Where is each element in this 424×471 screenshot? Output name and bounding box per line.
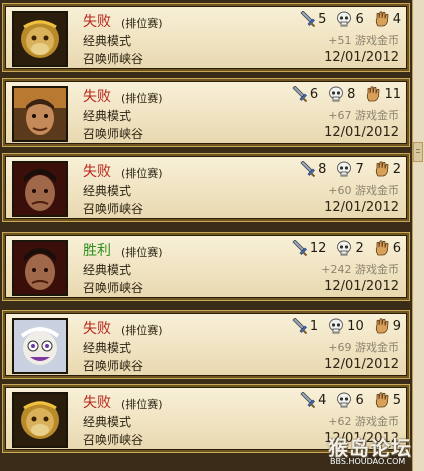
champion-portrait	[12, 86, 68, 142]
assists-count: 5	[392, 392, 401, 408]
kills-count: 8	[318, 161, 327, 177]
map-name: 召唤师峡谷	[83, 433, 144, 447]
deaths-count: 6	[355, 392, 364, 408]
game-mode: 经典模式	[83, 184, 132, 198]
sword-icon	[291, 318, 307, 334]
kda-stats: 1 10 9	[291, 318, 401, 334]
assists-count: 2	[392, 161, 401, 177]
skull-icon	[337, 392, 352, 408]
sword-icon	[291, 240, 307, 256]
deaths-count: 2	[355, 240, 364, 256]
queue-type: (排位赛)	[121, 17, 163, 30]
kills-count: 1	[309, 318, 319, 334]
kda-stats: 4 6 5	[299, 392, 401, 408]
gold-earned: +51 游戏金币	[328, 34, 399, 47]
game-mode: 经典模式	[83, 263, 132, 277]
match-result: 失败	[83, 164, 111, 180]
game-mode: 经典模式	[83, 109, 132, 123]
queue-type: (排位赛)	[121, 92, 163, 105]
skull-icon	[329, 318, 344, 334]
assists-count: 11	[384, 86, 401, 102]
hand-icon	[375, 11, 389, 27]
skull-icon	[337, 161, 352, 177]
sword-icon	[300, 11, 316, 27]
match-date: 12/01/2012	[324, 357, 399, 372]
game-mode: 经典模式	[83, 34, 132, 48]
kda-stats: 8 7 2	[299, 161, 401, 177]
deaths-count: 10	[347, 318, 364, 334]
gold-earned: +67 游戏金币	[328, 109, 399, 122]
match-date: 12/01/2012	[324, 125, 399, 140]
skull-icon	[329, 86, 344, 102]
hand-icon	[375, 318, 389, 334]
queue-type: (排位赛)	[121, 324, 163, 337]
scrollbar-track[interactable]	[412, 0, 424, 471]
champion-portrait	[12, 318, 68, 374]
hand-icon	[375, 392, 389, 408]
sword-icon	[300, 161, 316, 177]
assists-count: 6	[392, 240, 401, 256]
map-name: 召唤师峡谷	[83, 127, 144, 141]
queue-type: (排位赛)	[121, 246, 163, 259]
match-card[interactable]: 失败 (排位赛) 经典模式 召唤师峡谷 1 10 9 +69 游戏金币 12/0…	[3, 311, 409, 378]
skull-icon	[337, 240, 352, 256]
sword-icon	[300, 392, 316, 408]
gold-earned: +62 游戏金币	[328, 415, 399, 428]
deaths-count: 6	[355, 11, 364, 27]
champion-portrait	[12, 11, 68, 67]
match-result: 失败	[83, 89, 111, 105]
match-card[interactable]: 失败 (排位赛) 经典模式 召唤师峡谷 5 6 4 +51 游戏金币 12/01…	[3, 4, 409, 71]
kills-count: 5	[318, 11, 327, 27]
match-result: 失败	[83, 395, 111, 411]
map-name: 召唤师峡谷	[83, 281, 144, 295]
kills-count: 12	[309, 240, 327, 256]
deaths-count: 8	[347, 86, 356, 102]
watermark-url: BBS.HOUDAO.COM	[330, 457, 406, 466]
champion-portrait	[12, 161, 68, 217]
champion-portrait	[12, 392, 68, 448]
skull-icon	[337, 11, 352, 27]
map-name: 召唤师峡谷	[83, 52, 144, 66]
match-date: 12/01/2012	[324, 279, 399, 294]
kda-stats: 5 6 4	[299, 11, 401, 27]
match-history-list: 失败 (排位赛) 经典模式 召唤师峡谷 5 6 4 +51 游戏金币 12/01…	[0, 0, 412, 471]
map-name: 召唤师峡谷	[83, 202, 144, 216]
assists-count: 9	[392, 318, 401, 334]
assists-count: 4	[392, 11, 401, 27]
game-mode: 经典模式	[83, 341, 132, 355]
queue-type: (排位赛)	[121, 167, 163, 180]
hand-icon	[367, 86, 380, 102]
gold-earned: +69 游戏金币	[328, 341, 399, 354]
match-date: 12/01/2012	[324, 50, 399, 65]
match-card[interactable]: 失败 (排位赛) 经典模式 召唤师峡谷 8 7 2 +60 游戏金币 12/01…	[3, 154, 409, 221]
match-card[interactable]: 胜利 (排位赛) 经典模式 召唤师峡谷 12 2 6 +242 游戏金币 12/…	[3, 233, 409, 300]
deaths-count: 7	[355, 161, 364, 177]
map-name: 召唤师峡谷	[83, 359, 144, 373]
gold-earned: +60 游戏金币	[328, 184, 399, 197]
kills-count: 4	[318, 392, 327, 408]
match-result: 失败	[83, 321, 111, 337]
hand-icon	[375, 240, 389, 256]
hand-icon	[375, 161, 389, 177]
champion-portrait	[12, 240, 68, 296]
scrollbar-thumb[interactable]	[413, 142, 423, 162]
match-date: 12/01/2012	[324, 200, 399, 215]
gold-earned: +242 游戏金币	[321, 263, 399, 276]
kills-count: 6	[309, 86, 319, 102]
match-result: 胜利	[83, 243, 111, 259]
queue-type: (排位赛)	[121, 398, 163, 411]
kda-stats: 6 8 11	[291, 86, 401, 102]
sword-icon	[291, 86, 307, 102]
game-mode: 经典模式	[83, 415, 132, 429]
kda-stats: 12 2 6	[291, 240, 401, 256]
match-result: 失败	[83, 14, 111, 30]
match-card[interactable]: 失败 (排位赛) 经典模式 召唤师峡谷 6 8 11 +67 游戏金币 12/0…	[3, 79, 409, 146]
